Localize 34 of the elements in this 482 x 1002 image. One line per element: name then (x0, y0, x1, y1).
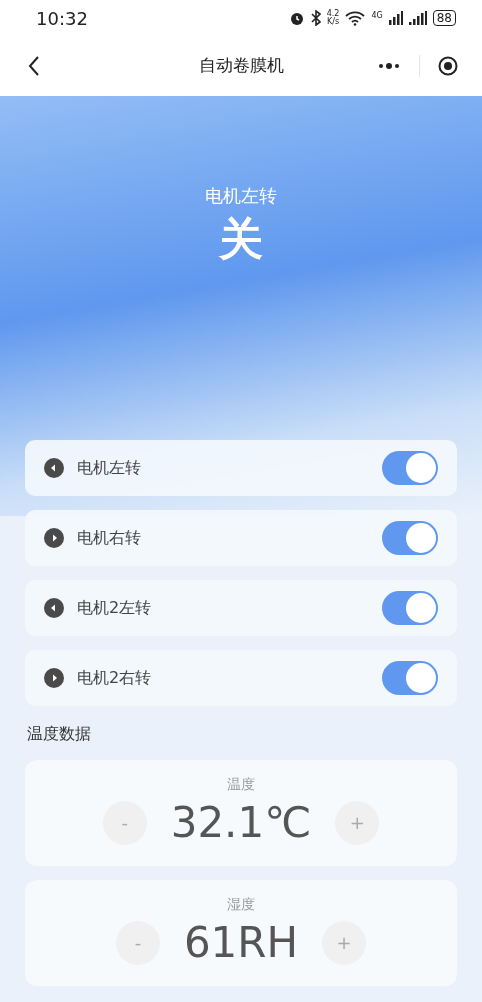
bluetooth-icon (310, 10, 321, 26)
switch-label: 电机右转 (77, 527, 141, 549)
toggle-switch[interactable] (382, 591, 438, 625)
toggle-switch[interactable] (382, 661, 438, 695)
signal-icon (408, 11, 427, 25)
increase-button[interactable]: + (322, 920, 367, 965)
alarm-icon (288, 10, 305, 26)
wifi-icon (345, 10, 366, 26)
decrease-button[interactable]: - (115, 920, 160, 965)
switch-label: 电机2左转 (77, 597, 152, 619)
back-icon (28, 56, 40, 76)
speed-unit: K/s (327, 18, 340, 26)
toggle-switch[interactable] (382, 451, 438, 485)
signal-icon (388, 11, 403, 25)
hero-state: 关 (219, 212, 263, 266)
close-button[interactable] (436, 54, 460, 78)
switch-label: 电机2右转 (77, 667, 152, 689)
increase-button[interactable]: + (335, 800, 380, 845)
reading-label: 温度 (227, 775, 255, 794)
decrease-button[interactable]: - (102, 800, 147, 845)
reading-value: 32.1℃ (170, 797, 312, 849)
reading-label: 湿度 (227, 895, 255, 914)
hero-label: 电机左转 (205, 184, 277, 208)
speed-value: 4.2 (326, 10, 340, 18)
status-time: 10:32 (36, 6, 88, 31)
network-label: 4G (371, 10, 383, 22)
switch-label: 电机左转 (77, 457, 141, 479)
target-icon (438, 56, 458, 76)
reading-value: 61RH (183, 917, 299, 969)
page-title: 自动卷膜机 (198, 54, 284, 78)
battery-indicator: 88 (432, 10, 456, 26)
more-icon (378, 63, 400, 69)
section-title: 温度数据 (26, 723, 92, 745)
toggle-switch[interactable] (382, 521, 438, 555)
